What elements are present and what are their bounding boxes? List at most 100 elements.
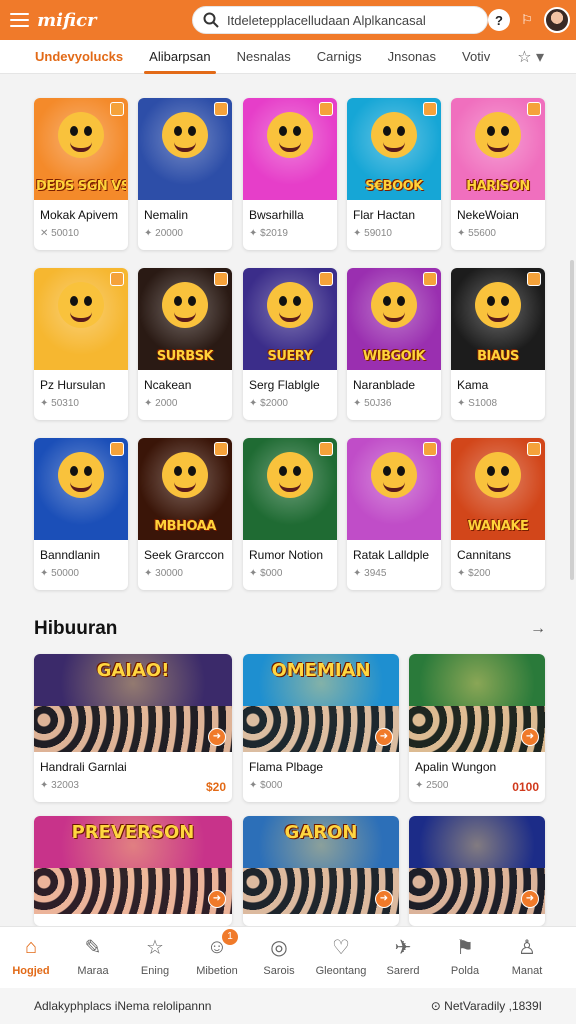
game-thumbnail[interactable] bbox=[243, 98, 337, 200]
game-card[interactable]: Bwsarhilla ✦ $2019 bbox=[243, 98, 337, 250]
game-thumbnail[interactable]: S€BOOK bbox=[347, 98, 441, 200]
game-thumbnail[interactable]: SURBSK bbox=[138, 268, 232, 370]
footer-right-text: NetVaradily ,1839I bbox=[444, 999, 542, 1013]
play-icon[interactable]: ➜ bbox=[521, 890, 539, 908]
nav-item[interactable]: ☺ Mibetion 1 bbox=[186, 927, 248, 988]
featured-card[interactable]: GAIAO! ➜ Handrali Garnlai ✦ 32003 $20 bbox=[34, 654, 232, 802]
play-icon[interactable]: ➜ bbox=[375, 890, 393, 908]
tab-4[interactable]: Jnsonas bbox=[375, 40, 449, 74]
favorite-icon[interactable] bbox=[110, 272, 124, 286]
notification-icon[interactable]: ⚐ bbox=[516, 9, 538, 31]
nav-label: Ening bbox=[140, 965, 170, 977]
tab-0[interactable]: Undevyolucks bbox=[22, 40, 136, 74]
game-card[interactable]: MBHOAA Seek Grarccon ✦ 30000 bbox=[138, 438, 232, 590]
nav-icon: ◎ bbox=[270, 936, 288, 959]
menu-icon[interactable] bbox=[10, 13, 30, 27]
game-card[interactable]: Pz Hursulan ✦ 50310 bbox=[34, 268, 128, 420]
game-thumbnail[interactable] bbox=[347, 438, 441, 540]
search-input[interactable] bbox=[227, 12, 477, 28]
tab-1[interactable]: Alibarpsan bbox=[136, 40, 223, 74]
featured-thumbnail[interactable]: GARON ➜ bbox=[243, 816, 399, 914]
favorite-icon[interactable] bbox=[214, 442, 228, 456]
featured-title: Flama Plbage bbox=[249, 760, 324, 774]
game-meta: ✦ S1008 bbox=[457, 398, 498, 409]
game-card[interactable]: SUERY Serg Flablgle ✦ $2000 bbox=[243, 268, 337, 420]
game-thumbnail[interactable]: WANAKE bbox=[451, 438, 545, 540]
featured-thumbnail[interactable]: OMEMIAN ➜ bbox=[243, 654, 399, 752]
game-card[interactable]: Banndlanin ✦ 50000 bbox=[34, 438, 128, 590]
featured-card[interactable]: ➜ Apalin Wungon ✦ 2500 0100 bbox=[409, 654, 545, 802]
game-card[interactable]: Ratak Lalldple ✦ 3945 bbox=[347, 438, 441, 590]
nav-item[interactable]: ✎ Maraa bbox=[62, 927, 124, 988]
game-thumbnail[interactable] bbox=[138, 98, 232, 200]
game-thumbnail[interactable] bbox=[243, 438, 337, 540]
favorite-icon[interactable] bbox=[110, 102, 124, 116]
favorite-icon[interactable] bbox=[527, 442, 541, 456]
crowd-art bbox=[243, 868, 399, 914]
favorite-icon[interactable] bbox=[423, 102, 437, 116]
bottom-nav: ⌂ Hogjed ✎ Maraa ☆ Ening ☺ Mibetion 1 ◎ Sarois ♡ Gle… bbox=[0, 926, 576, 988]
nav-item[interactable]: ✈ Sarerd bbox=[372, 927, 434, 988]
nav-item[interactable]: ☆ Ening bbox=[124, 927, 186, 988]
game-thumbnail[interactable] bbox=[34, 268, 128, 370]
featured-card[interactable]: ➜ bbox=[409, 816, 545, 926]
game-thumbnail[interactable]: WIBGOIK bbox=[347, 268, 441, 370]
featured-thumbnail[interactable]: ➜ bbox=[409, 654, 545, 752]
favorite-icon[interactable] bbox=[214, 102, 228, 116]
nav-item[interactable]: ⌂ Hogjed bbox=[0, 927, 62, 988]
game-card[interactable]: S€BOOK Flar Hactan ✦ 59010 bbox=[347, 98, 441, 250]
favorite-icon[interactable] bbox=[319, 102, 333, 116]
game-thumbnail[interactable]: MBHOAA bbox=[138, 438, 232, 540]
game-card[interactable]: WIBGOIK Naranblade ✦ 50J36 bbox=[347, 268, 441, 420]
search-bar[interactable] bbox=[192, 6, 488, 34]
play-icon[interactable]: ➜ bbox=[208, 728, 226, 746]
featured-card[interactable]: OMEMIAN ➜ Flama Plbage ✦ $000 bbox=[243, 654, 399, 802]
section-arrow-icon[interactable]: → bbox=[530, 620, 546, 638]
tab-2[interactable]: Nesnalas bbox=[224, 40, 304, 74]
game-thumbnail[interactable]: BIAUS bbox=[451, 268, 545, 370]
game-thumbnail[interactable]: DEDS SGN VSCAN bbox=[34, 98, 128, 200]
nav-icon: ♡ bbox=[332, 936, 350, 959]
game-card[interactable]: Rumor Notion ✦ $000 bbox=[243, 438, 337, 590]
game-card[interactable]: HARISON NekeWoian ✦ 55600 bbox=[451, 98, 545, 250]
game-banner: HARISON bbox=[466, 179, 530, 194]
nav-item[interactable]: ⚑ Polda bbox=[434, 927, 496, 988]
crowd-art bbox=[34, 706, 232, 752]
avatar[interactable] bbox=[544, 7, 570, 33]
game-card[interactable]: Nemalin ✦ 20000 bbox=[138, 98, 232, 250]
tab-3[interactable]: Carnigs bbox=[304, 40, 375, 74]
featured-thumbnail[interactable]: GAIAO! ➜ bbox=[34, 654, 232, 752]
game-card[interactable]: SURBSK Ncakean ✦ 2000 bbox=[138, 268, 232, 420]
scrollbar[interactable] bbox=[570, 260, 574, 580]
game-thumbnail[interactable] bbox=[34, 438, 128, 540]
favorite-icon[interactable] bbox=[110, 442, 124, 456]
featured-card[interactable]: GARON ➜ bbox=[243, 816, 399, 926]
help-icon[interactable]: ? bbox=[488, 9, 510, 31]
nav-item[interactable]: ♡ Gleontang bbox=[310, 927, 372, 988]
nav-item[interactable]: ◎ Sarois bbox=[248, 927, 310, 988]
favorite-icon[interactable] bbox=[319, 442, 333, 456]
favorite-icon[interactable] bbox=[214, 272, 228, 286]
star-dropdown-icon[interactable]: ☆ ▾ bbox=[517, 47, 544, 67]
featured-thumbnail[interactable]: ➜ bbox=[409, 816, 545, 914]
favorite-icon[interactable] bbox=[423, 442, 437, 456]
play-icon[interactable]: ➜ bbox=[521, 728, 539, 746]
game-card[interactable]: DEDS SGN VSCAN Mokak Apivem ✕ 50010 bbox=[34, 98, 128, 250]
favorite-icon[interactable] bbox=[423, 272, 437, 286]
favorite-icon[interactable] bbox=[527, 102, 541, 116]
play-icon[interactable]: ➜ bbox=[208, 890, 226, 908]
favorite-icon[interactable] bbox=[319, 272, 333, 286]
favorite-icon[interactable] bbox=[527, 272, 541, 286]
app-logo[interactable]: mificr bbox=[37, 10, 150, 31]
tab-5[interactable]: Votiv bbox=[449, 40, 503, 74]
game-thumbnail[interactable]: HARISON bbox=[451, 98, 545, 200]
game-title: Serg Flablgle bbox=[249, 378, 320, 392]
game-meta: ✦ 55600 bbox=[457, 228, 496, 239]
game-thumbnail[interactable]: SUERY bbox=[243, 268, 337, 370]
featured-card[interactable]: PREVERSON ➜ bbox=[34, 816, 232, 926]
game-card[interactable]: WANAKE Cannitans ✦ $200 bbox=[451, 438, 545, 590]
play-icon[interactable]: ➜ bbox=[375, 728, 393, 746]
game-card[interactable]: BIAUS Kama ✦ S1008 bbox=[451, 268, 545, 420]
featured-thumbnail[interactable]: PREVERSON ➜ bbox=[34, 816, 232, 914]
nav-item[interactable]: ♙ Manat bbox=[496, 927, 558, 988]
